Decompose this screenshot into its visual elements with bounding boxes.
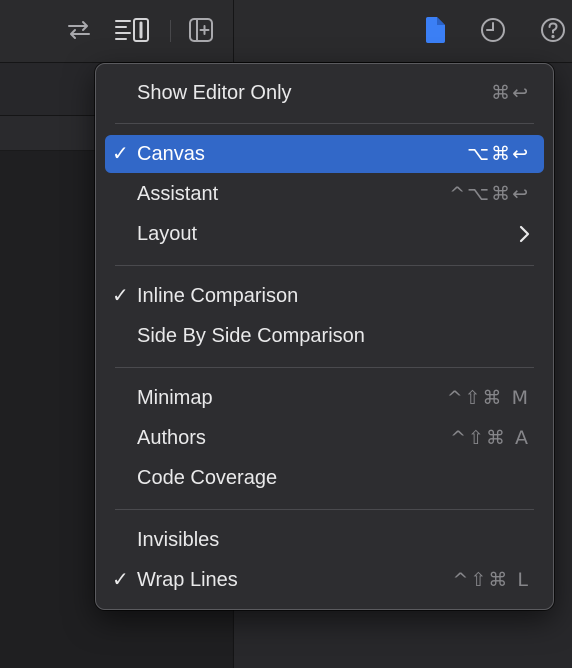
help-inspector-icon[interactable] [538, 15, 568, 45]
file-inspector-icon[interactable] [420, 15, 450, 45]
swap-arrows-icon[interactable] [64, 15, 94, 45]
menu-item-label: Wrap Lines [137, 569, 238, 591]
keyboard-shortcut: ^⇧⌘ M [446, 387, 530, 409]
keyboard-shortcut: ⌥⌘↩ [467, 143, 530, 165]
menu-item-label: Authors [137, 427, 206, 449]
menu-item-canvas[interactable]: ✓ Canvas ⌥⌘↩ [105, 135, 544, 173]
menu-item-label: Layout [137, 223, 198, 245]
checkmark: ✓ [112, 285, 129, 307]
menu-item-inline-comparison[interactable]: ✓ Inline Comparison [105, 277, 544, 315]
keyboard-shortcut: ^⇧⌘ L [452, 569, 530, 591]
menu-item-label: Side By Side Comparison [137, 325, 365, 347]
keyboard-shortcut: ⌘↩ [491, 82, 530, 104]
history-inspector-icon[interactable] [478, 15, 508, 45]
menu-item-label: Canvas [137, 143, 205, 165]
menu-item-label: Minimap [137, 387, 213, 409]
editor-options-icon[interactable] [114, 15, 152, 45]
editor-options-menu: Show Editor Only ⌘↩ ✓ Canvas ⌥⌘↩ Assista… [95, 63, 554, 610]
menu-item-wrap-lines[interactable]: ✓ Wrap Lines ^⇧⌘ L [105, 561, 544, 599]
menu-separator [115, 123, 534, 124]
menu-item-label: Assistant [137, 183, 219, 205]
menu-separator [115, 367, 534, 368]
menu-item-code-coverage[interactable]: Code Coverage [105, 459, 544, 497]
menu-item-minimap[interactable]: Minimap ^⇧⌘ M [105, 379, 544, 417]
checkmark: ✓ [112, 143, 129, 165]
checkmark: ✓ [112, 569, 129, 591]
keyboard-shortcut: ^⇧⌘ A [450, 427, 530, 449]
menu-item-show-editor-only[interactable]: Show Editor Only ⌘↩ [105, 74, 544, 112]
add-editor-icon[interactable] [186, 15, 216, 45]
menu-item-invisibles[interactable]: Invisibles [105, 521, 544, 559]
menu-separator [115, 265, 534, 266]
chevron-right-icon [518, 225, 530, 249]
menu-item-side-by-side-comparison[interactable]: Side By Side Comparison [105, 317, 544, 355]
menu-item-label: Show Editor Only [137, 82, 292, 104]
toolbar-separator [170, 20, 171, 42]
xcode-window: Show Editor Only ⌘↩ ✓ Canvas ⌥⌘↩ Assista… [0, 0, 572, 668]
menu-item-label: Inline Comparison [137, 285, 299, 307]
menu-item-authors[interactable]: Authors ^⇧⌘ A [105, 419, 544, 457]
menu-separator [115, 509, 534, 510]
menu-item-label: Code Coverage [137, 467, 278, 489]
menu-item-assistant[interactable]: Assistant ^⌥⌘↩ [105, 175, 544, 213]
keyboard-shortcut: ^⌥⌘↩ [449, 183, 530, 205]
menu-item-label: Invisibles [137, 529, 220, 551]
menu-item-layout[interactable]: Layout [105, 215, 544, 253]
